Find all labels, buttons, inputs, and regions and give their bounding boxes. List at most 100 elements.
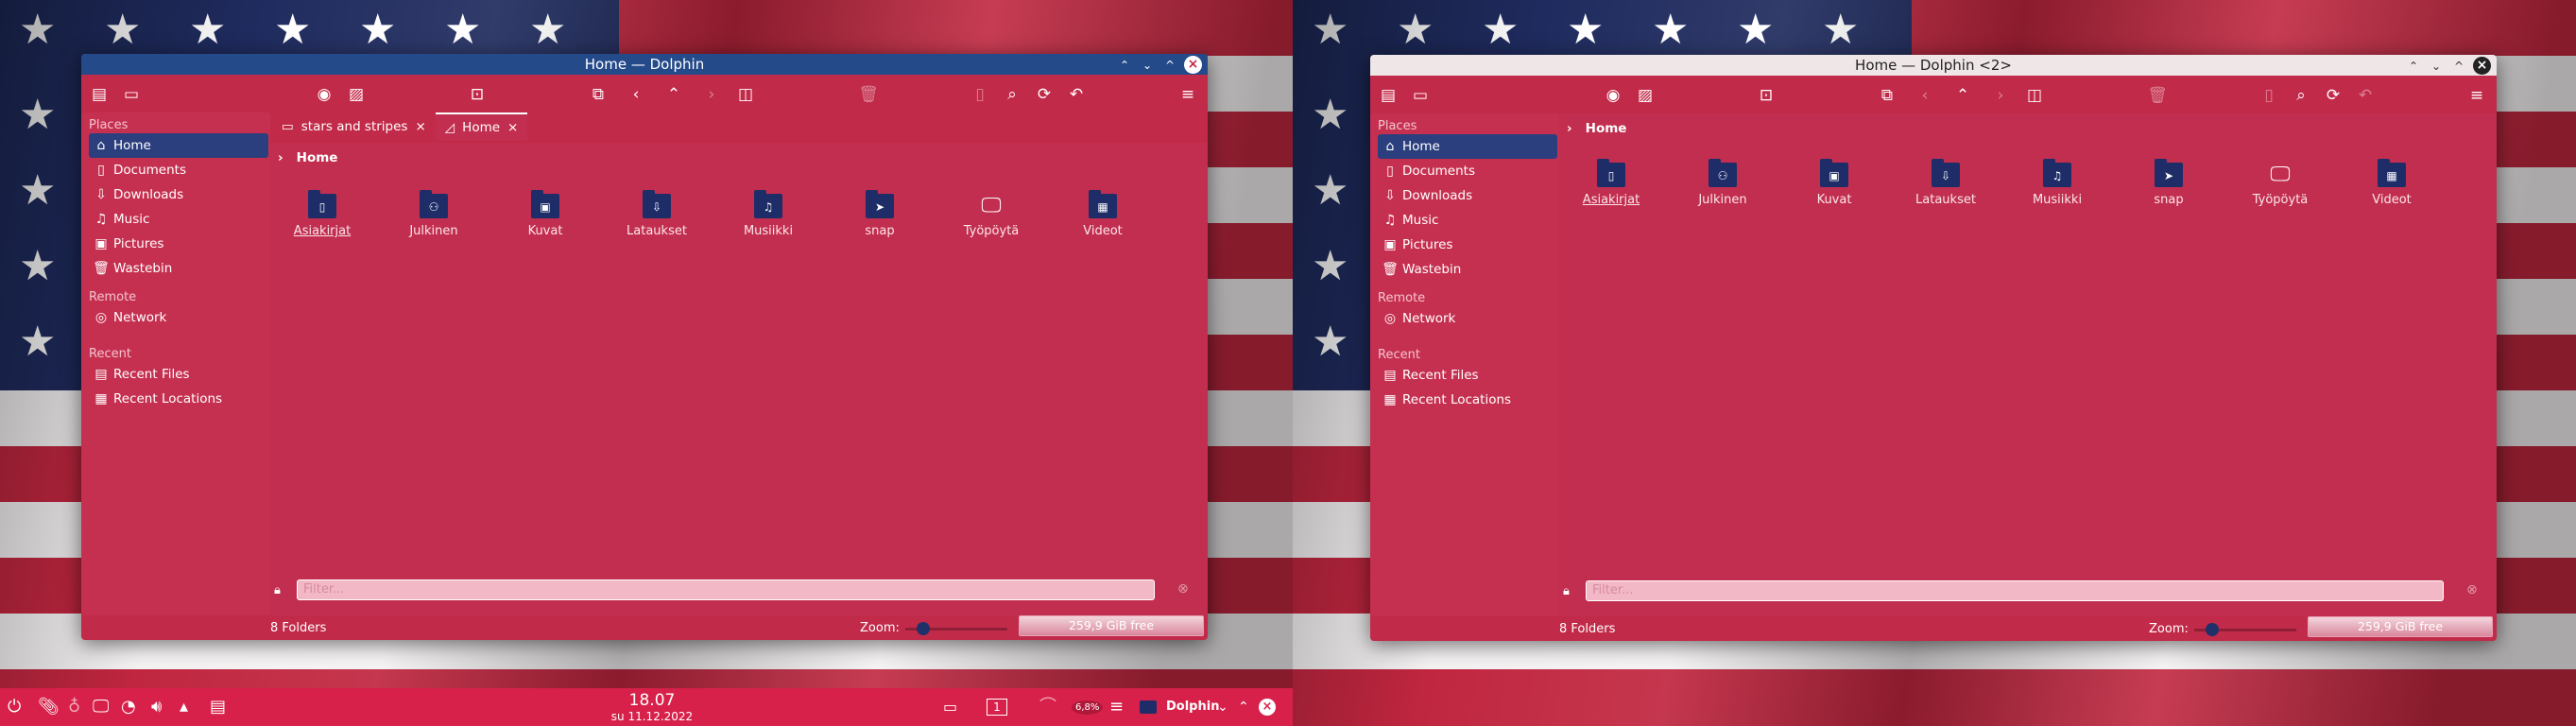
tray-expand-icon[interactable]: ▴ — [180, 698, 188, 717]
place-recent-files[interactable]: ▤ Recent Files — [89, 362, 268, 387]
search-icon[interactable]: ⌕ — [2291, 85, 2311, 106]
place-downloads[interactable]: ⇩ Downloads — [1378, 183, 1557, 208]
new-tab-icon[interactable]: ⧉ — [588, 84, 609, 105]
place-home[interactable]: ⌂ Home — [1378, 134, 1557, 159]
free-space-bar[interactable]: 259,9 GiB free — [2308, 616, 2493, 637]
up-icon[interactable]: ⌃ — [663, 84, 684, 105]
keep-above-icon[interactable]: ⌃ — [1116, 57, 1133, 74]
place-wastebin[interactable]: 🗑 Wastebin — [89, 256, 268, 281]
place-home[interactable]: ⌂ Home — [89, 133, 268, 158]
image-preview-icon[interactable]: ▨ — [1635, 85, 1656, 106]
hamburger-menu-icon[interactable]: ≡ — [2466, 85, 2487, 106]
volume-icon[interactable]: 🔊︎ — [151, 698, 162, 717]
folder-item[interactable]: ♫ Musiikki — [716, 190, 820, 238]
free-space-bar[interactable]: 259,9 GiB free — [1019, 615, 1204, 636]
back-icon[interactable]: ‹ — [626, 84, 646, 105]
search-icon[interactable]: ⌕ — [1002, 84, 1022, 105]
undo-icon[interactable]: ↶ — [2355, 85, 2376, 106]
folder-item[interactable]: ⇩ Lataukset — [1894, 159, 1998, 207]
lock-icon[interactable]: 🔒︎ — [1563, 584, 1570, 598]
forward-icon[interactable]: › — [701, 84, 722, 105]
trash-icon[interactable]: 🗑 — [2147, 85, 2168, 106]
titlebar[interactable]: Home — Dolphin ⌃ ⌄ ^ × — [81, 54, 1208, 75]
preview-eye-icon[interactable]: ◉ — [1603, 85, 1623, 106]
clock[interactable]: 18.07 su 11.12.2022 — [586, 691, 718, 723]
chevron-down-icon[interactable]: ⌄ — [1217, 698, 1228, 717]
breadcrumb-home[interactable]: Home — [297, 150, 338, 165]
folder-item[interactable]: ▯ Asiakirjat — [270, 190, 374, 238]
folder-item[interactable]: ▯ Asiakirjat — [1559, 159, 1663, 207]
delete-icon[interactable]: ▯ — [970, 84, 990, 105]
lightbulb-icon[interactable]: ♁ — [68, 698, 80, 717]
maximize-button[interactable]: ^ — [2450, 58, 2467, 75]
terminal-icon[interactable]: ⊡ — [1756, 85, 1777, 106]
hamburger-menu-icon[interactable]: ≡ — [1177, 84, 1198, 105]
place-documents[interactable]: ▯ Documents — [89, 158, 268, 182]
show-desktop-icon[interactable]: ▭ — [943, 698, 957, 717]
terminal-icon[interactable]: ⊡ — [467, 84, 488, 105]
display-icon[interactable]: 🖵 — [93, 698, 109, 717]
place-downloads[interactable]: ⇩ Downloads — [89, 182, 268, 207]
place-pictures[interactable]: ▣ Pictures — [1378, 233, 1557, 257]
panel-icon[interactable]: ◫ — [2024, 85, 2045, 106]
pager-desktop-number[interactable]: 1 — [987, 699, 1007, 716]
folder-item[interactable]: ➤ snap — [828, 190, 932, 238]
place-wastebin[interactable]: 🗑 Wastebin — [1378, 257, 1557, 282]
place-pictures[interactable]: ▣ Pictures — [89, 232, 268, 256]
place-network[interactable]: ◎ Network — [1378, 306, 1557, 331]
view-mode-icon[interactable]: ▤ — [1378, 85, 1399, 106]
reload-icon[interactable]: ⟳ — [2323, 85, 2344, 106]
taskbar-close-icon[interactable]: × — [1259, 699, 1276, 716]
zoom-slider-handle[interactable] — [917, 622, 930, 635]
image-preview-icon[interactable]: ▨ — [346, 84, 367, 105]
new-tab-icon[interactable]: ⧉ — [1877, 85, 1898, 106]
place-recent-files[interactable]: ▤ Recent Files — [1378, 363, 1557, 388]
task-dolphin-icon[interactable] — [1140, 700, 1157, 714]
folder-item[interactable]: 🖵 Työpöytä — [939, 194, 1043, 238]
close-button[interactable]: × — [1184, 56, 1202, 74]
chevron-up-icon[interactable]: ⌃ — [1238, 698, 1249, 717]
folder-item[interactable]: ▣ Kuvat — [493, 190, 597, 238]
folder-item[interactable]: ▦ Videot — [2340, 159, 2444, 207]
power-icon[interactable]: ⏻ — [8, 698, 21, 717]
close-tab-icon[interactable]: × — [507, 120, 518, 135]
split-view-icon[interactable]: ▭ — [121, 84, 142, 105]
trash-icon[interactable]: 🗑 — [858, 84, 879, 105]
folder-item[interactable]: ➤ snap — [2117, 159, 2221, 207]
close-button[interactable]: × — [2473, 57, 2491, 75]
breadcrumb[interactable]: › Home — [1567, 121, 1626, 136]
lock-icon[interactable]: 🔒︎ — [274, 583, 281, 597]
folder-item[interactable]: ▣ Kuvat — [1782, 159, 1886, 207]
place-recent-locations[interactable]: ▦ Recent Locations — [89, 387, 268, 411]
minimize-button[interactable]: ⌄ — [1139, 57, 1156, 74]
folder-item[interactable]: 🖵 Työpöytä — [2228, 163, 2332, 207]
place-music[interactable]: ♫ Music — [1378, 208, 1557, 233]
breadcrumb[interactable]: › Home — [278, 150, 337, 165]
delete-icon[interactable]: ▯ — [2258, 85, 2279, 106]
wifi-icon[interactable]: ◔ — [121, 698, 136, 717]
folder-item[interactable]: ⚇ Julkinen — [382, 190, 486, 238]
place-music[interactable]: ♫ Music — [89, 207, 268, 232]
filter-input[interactable]: Filter... — [297, 579, 1155, 600]
preview-eye-icon[interactable]: ◉ — [314, 84, 335, 105]
tab-stars-and-stripes[interactable]: ▭ stars and stripes × — [272, 112, 436, 141]
minimize-button[interactable]: ⌄ — [2428, 58, 2445, 75]
tab-home[interactable]: ◿ Home × — [435, 112, 528, 141]
breadcrumb-home[interactable]: Home — [1586, 121, 1627, 136]
updates-icon[interactable]: ▤ — [210, 698, 226, 717]
folder-item[interactable]: ⚇ Julkinen — [1671, 159, 1775, 207]
reload-icon[interactable]: ⟳ — [1034, 84, 1055, 105]
back-icon[interactable]: ‹ — [1915, 85, 1935, 106]
folder-item[interactable]: ♫ Musiikki — [2005, 159, 2109, 207]
clipboard-icon[interactable]: 📎︎ — [38, 698, 60, 717]
place-documents[interactable]: ▯ Documents — [1378, 159, 1557, 183]
zoom-slider-handle[interactable] — [2206, 623, 2219, 636]
close-tab-icon[interactable]: × — [415, 119, 425, 134]
maximize-button[interactable]: ^ — [1161, 57, 1178, 74]
place-recent-locations[interactable]: ▦ Recent Locations — [1378, 388, 1557, 412]
up-icon[interactable]: ⌃ — [1952, 85, 1973, 106]
folder-item[interactable]: ▦ Videot — [1051, 190, 1155, 238]
undo-icon[interactable]: ↶ — [1066, 84, 1087, 105]
titlebar[interactable]: Home — Dolphin <2> ⌃ ⌄ ^ × — [1370, 55, 2497, 76]
panel-icon[interactable]: ◫ — [735, 84, 756, 105]
